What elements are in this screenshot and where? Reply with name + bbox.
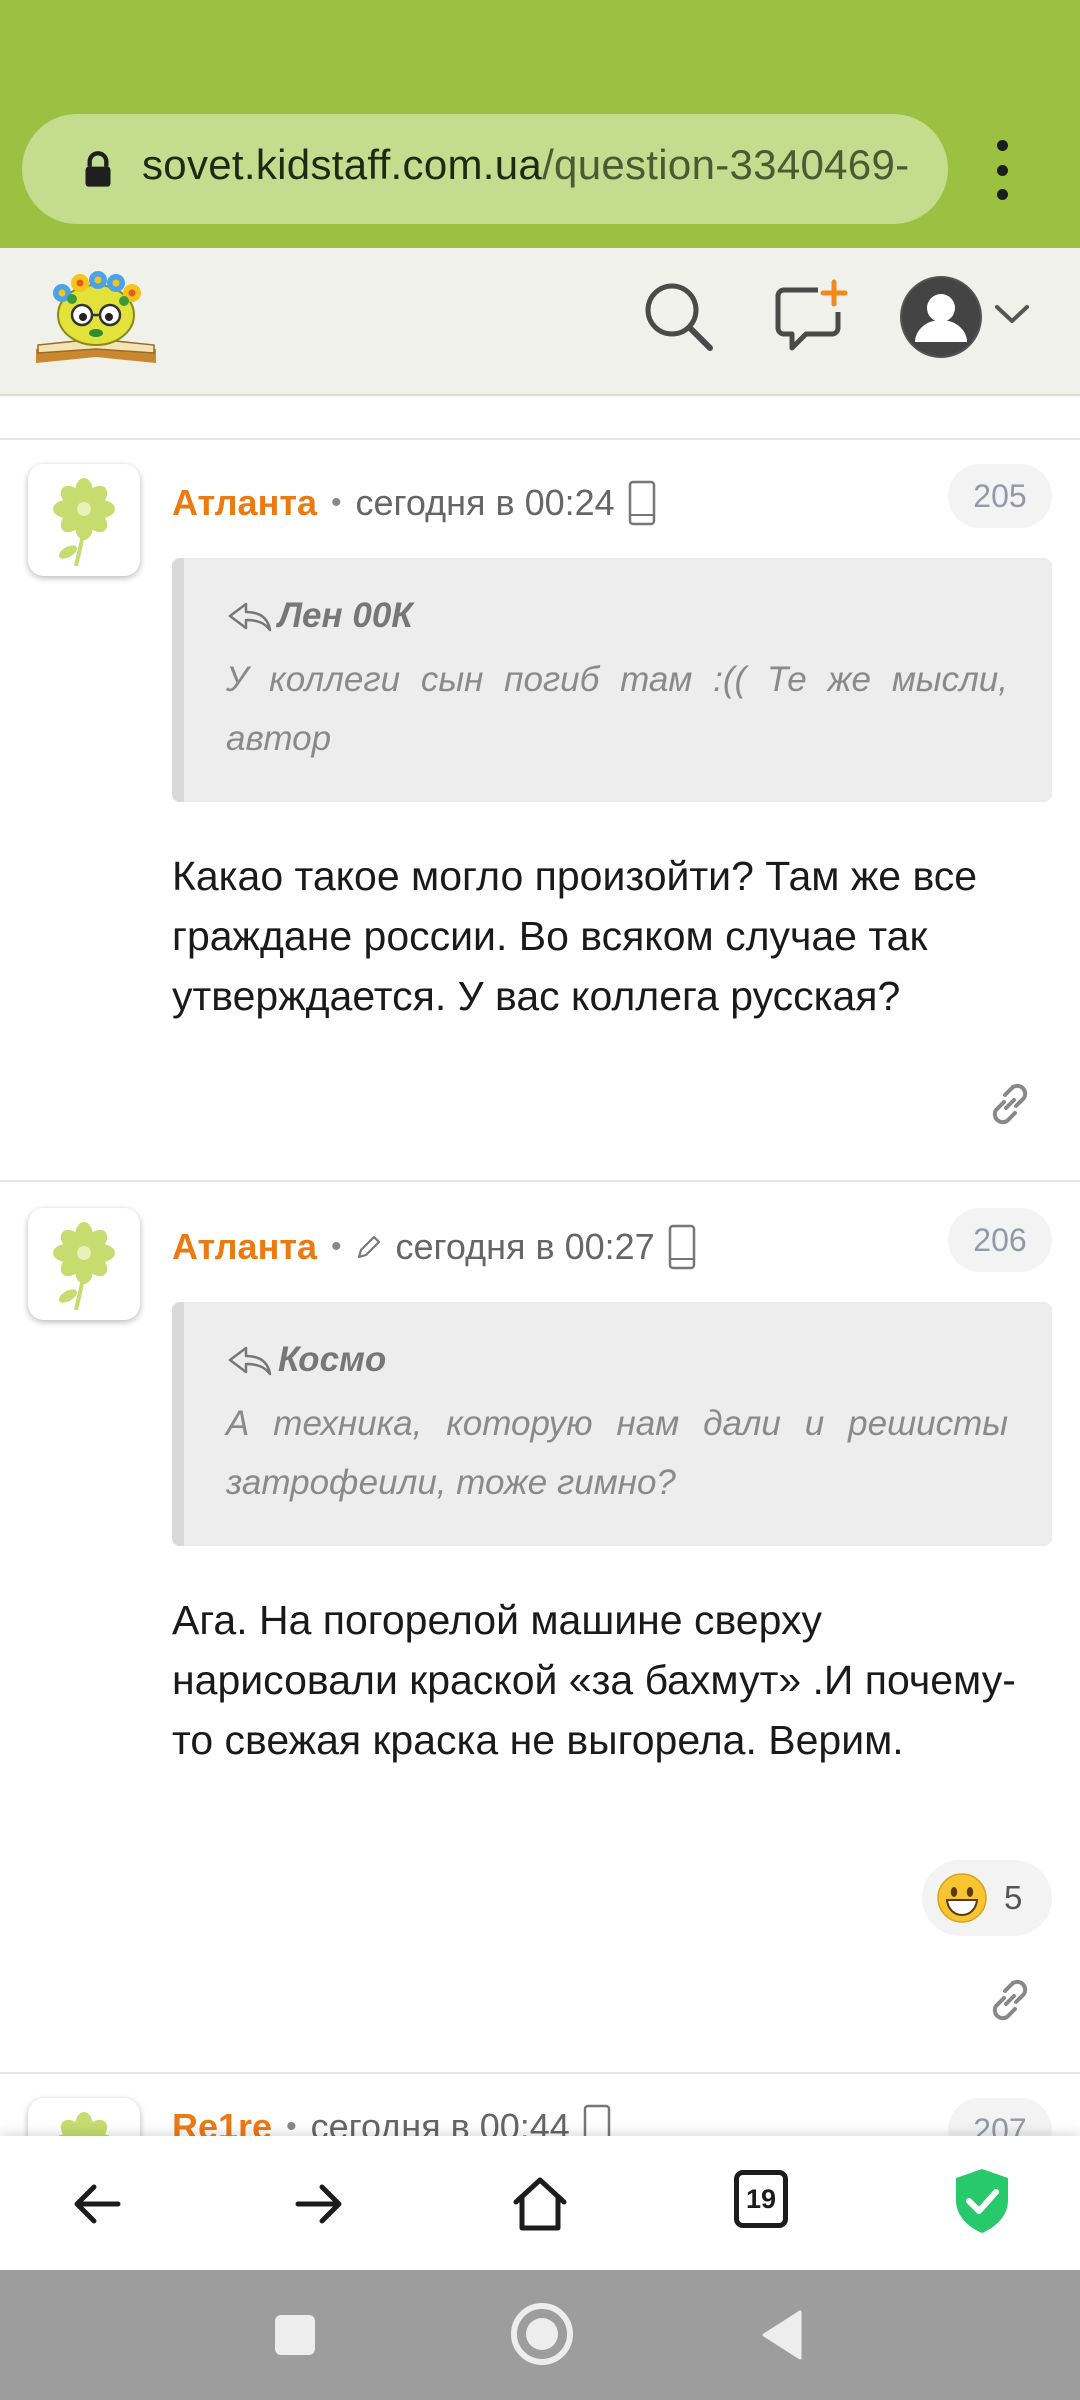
comment-207-partial: Re1re • сегодня в 00:44 207 [0, 2074, 1080, 2138]
comment-time: сегодня в 00:44 [310, 2106, 570, 2138]
quote-author: Лен 00К [278, 596, 413, 635]
browser-menu-icon[interactable] [990, 140, 1014, 200]
mobile-device-icon [668, 1224, 695, 1270]
browser-toolbar: sovet.kidstaff.com.ua/question-3340469- [0, 0, 1080, 248]
back-triangle-icon[interactable] [750, 2302, 816, 2368]
url-domain: sovet.kidstaff.com.ua [142, 141, 543, 188]
quote-block: Космо А техника, которую нам дали и реши… [172, 1302, 1052, 1546]
grinning-face-icon [937, 1873, 987, 1923]
quote-author: Космо [278, 1340, 387, 1379]
reply-arrow-icon [228, 602, 272, 632]
reaction-count: 5 [1004, 1879, 1023, 1916]
comment-number[interactable]: 205 [948, 464, 1052, 528]
back-arrow-icon[interactable] [66, 2172, 130, 2236]
forward-arrow-icon[interactable] [286, 2172, 350, 2236]
comment-time: сегодня в 00:27 [395, 1226, 655, 1267]
meta-dot: • [286, 2110, 297, 2138]
reply-arrow-icon [228, 1346, 272, 1376]
pencil-icon [358, 1235, 381, 1259]
comment-time: сегодня в 00:24 [355, 482, 615, 523]
search-icon[interactable] [640, 278, 716, 354]
link-icon[interactable] [982, 1076, 1038, 1132]
quote-text: У коллеги сын погиб там :(( Те же мысли,… [226, 660, 1008, 758]
comment-avatar[interactable] [28, 2098, 140, 2138]
url-path: /question-3340469- [542, 141, 910, 188]
site-logo[interactable] [32, 263, 160, 371]
comment-avatar[interactable] [28, 1208, 140, 1320]
system-navigation-bar [0, 2270, 1080, 2400]
quote-block: Лен 00К У коллеги сын погиб там :(( Те ж… [172, 558, 1052, 802]
comment-number[interactable]: 206 [948, 1208, 1052, 1272]
flower-icon [55, 2112, 113, 2138]
comment-206: Атланта • сегодня в 00:27 206 Космо А те… [0, 1184, 1080, 2074]
comment-meta: Атланта • сегодня в 00:27 [172, 1222, 697, 1272]
comment-body: Какао такое могло произойти? Там же все … [172, 853, 978, 1019]
address-bar[interactable]: sovet.kidstaff.com.ua/question-3340469- [22, 114, 948, 224]
comment-body: Ага. На погорелой машине сверху нарисова… [172, 1597, 1016, 1763]
shield-check-icon[interactable] [950, 2166, 1014, 2236]
user-avatar-icon [900, 276, 982, 358]
new-question-icon[interactable] [772, 278, 850, 354]
comment-author[interactable]: Re1re [172, 2106, 272, 2138]
reaction-badge[interactable]: 5 [922, 1860, 1052, 1936]
comment-meta: Атланта • сегодня в 00:24 [172, 478, 657, 528]
browser-bottom-toolbar: 19 [0, 2136, 1080, 2270]
link-icon[interactable] [982, 1972, 1038, 2028]
home-icon[interactable] [508, 2172, 572, 2236]
meta-dot: • [330, 486, 342, 519]
comment-205: Атланта • сегодня в 00:24 205 Лен 00К У … [0, 440, 1080, 1182]
meta-dot: • [330, 1230, 342, 1263]
url-text: sovet.kidstaff.com.ua/question-3340469- [142, 141, 947, 189]
chevron-down-icon [995, 305, 1029, 323]
comment-author[interactable]: Атланта [172, 1226, 317, 1268]
comment-meta: Re1re • сегодня в 00:44 [172, 2102, 612, 2138]
user-menu[interactable] [898, 274, 1038, 360]
lock-icon [85, 151, 111, 187]
tabs-count-button[interactable]: 19 [734, 2170, 788, 2228]
flower-icon [53, 1222, 115, 1311]
flower-icon [53, 478, 115, 567]
comment-author[interactable]: Атланта [172, 482, 317, 524]
home-circle-icon[interactable] [506, 2298, 578, 2370]
thread-separator [0, 396, 1080, 440]
mobile-device-icon [583, 2104, 611, 2138]
recents-icon[interactable] [262, 2302, 328, 2368]
site-header [0, 248, 1080, 396]
comment-avatar[interactable] [28, 464, 140, 576]
quote-text: А техника, которую нам дали и решисты за… [226, 1404, 1008, 1502]
comment-number[interactable]: 207 [948, 2098, 1052, 2138]
mobile-device-icon [628, 480, 655, 526]
